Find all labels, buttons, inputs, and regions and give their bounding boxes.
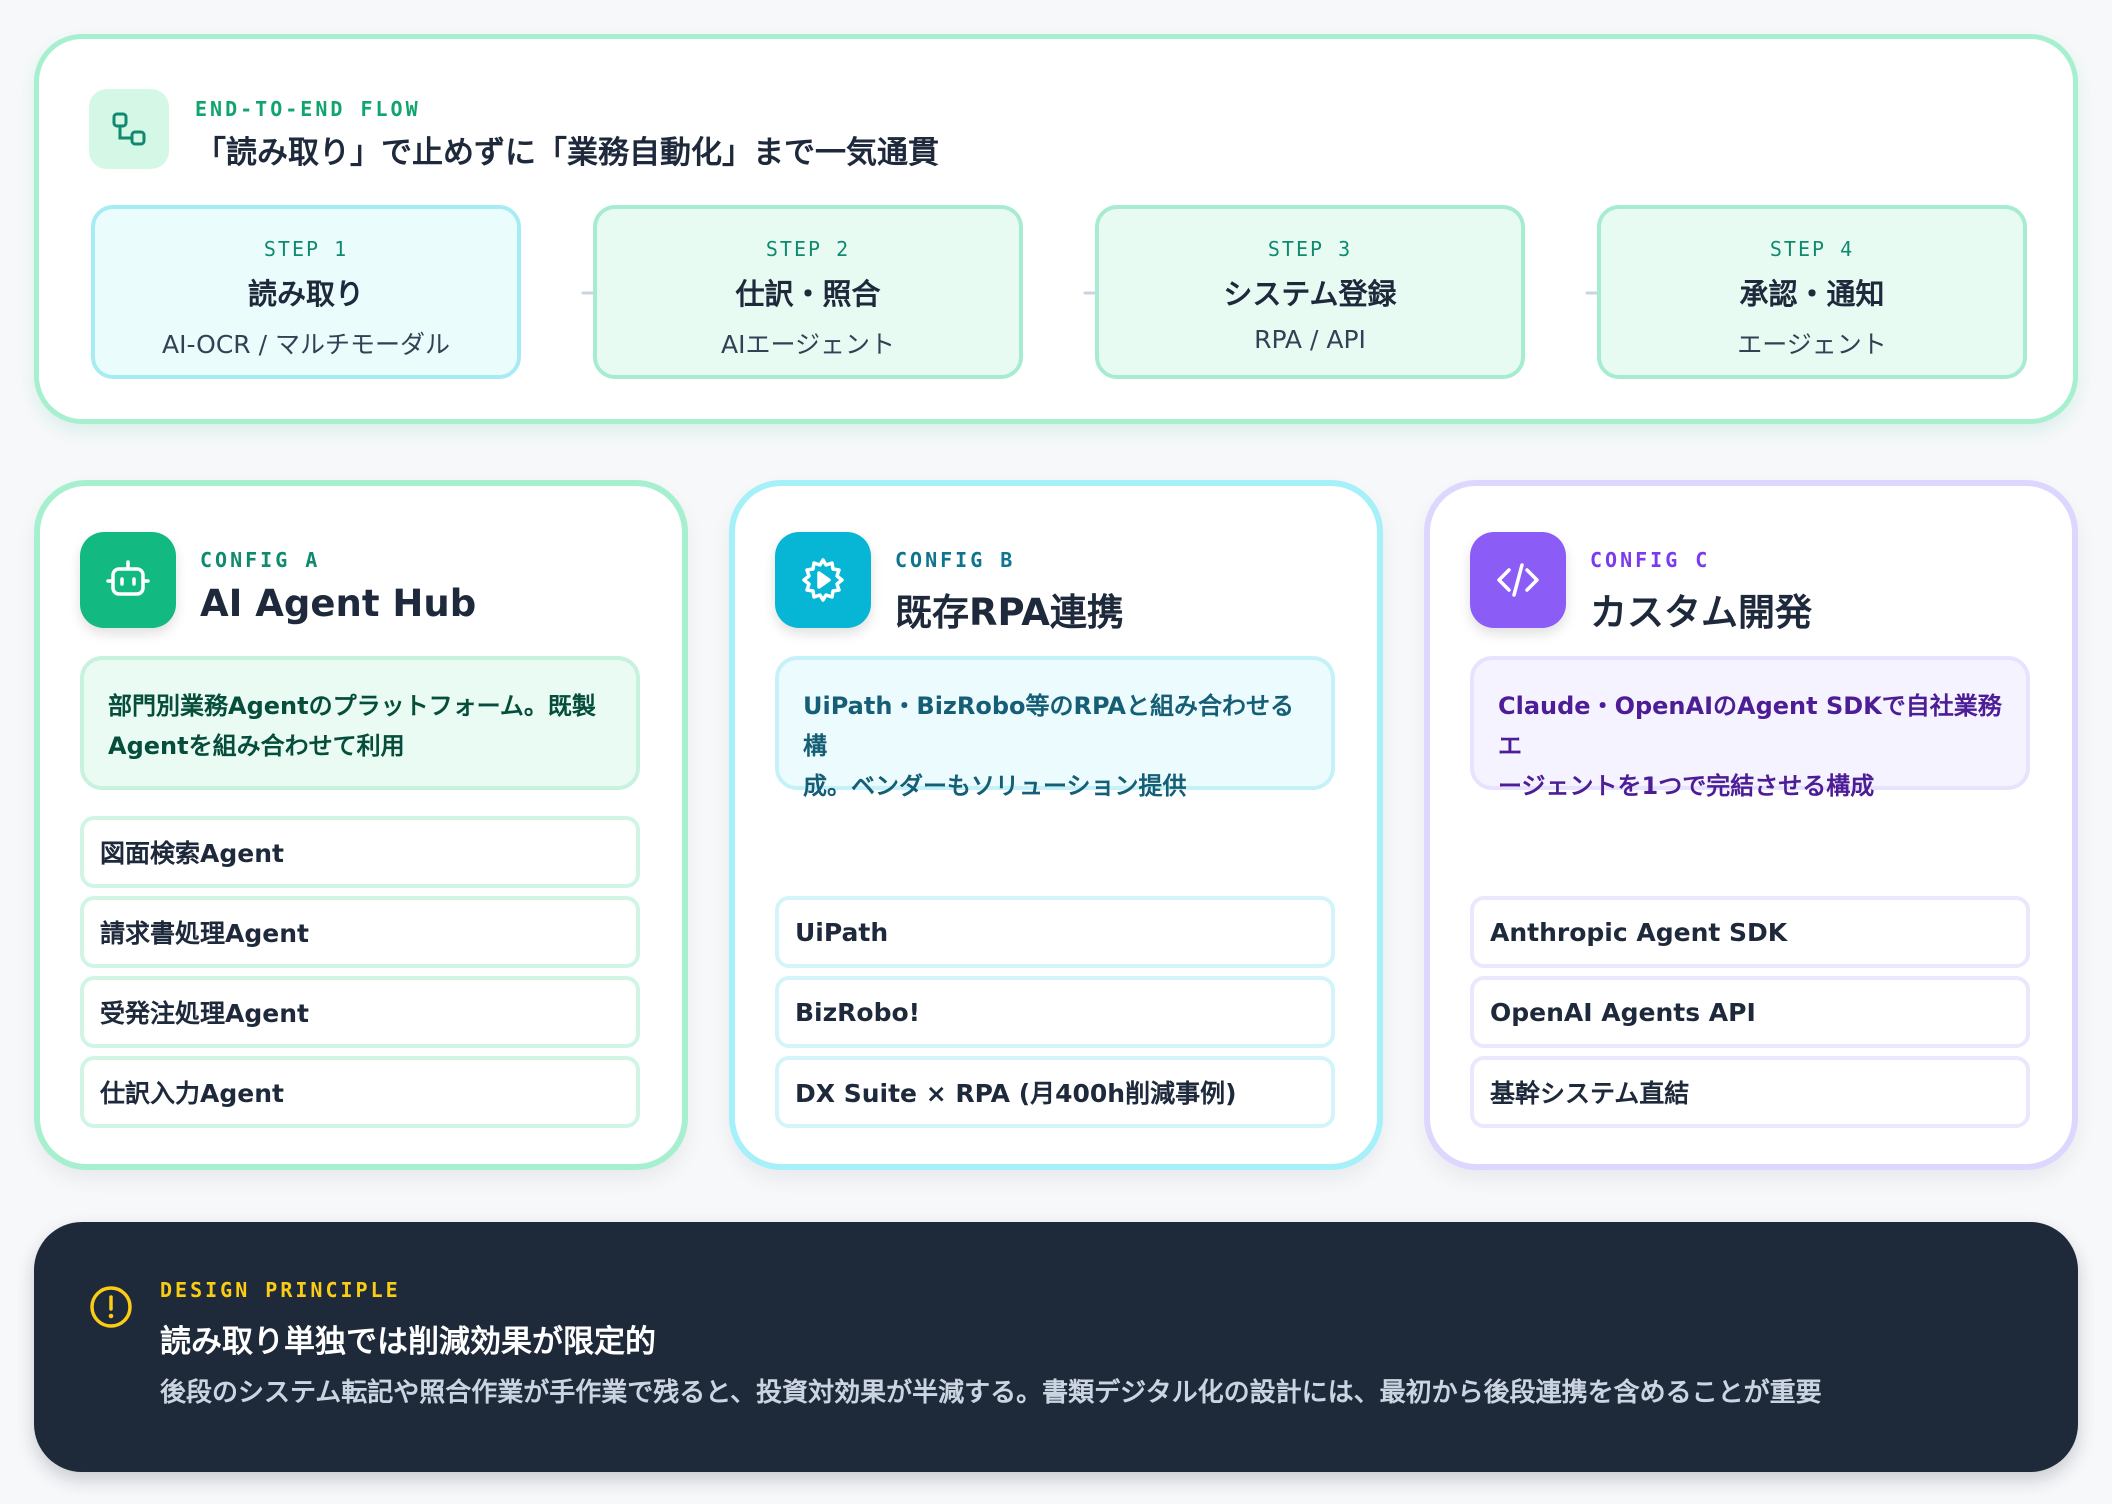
list-item: 基幹システム直結 (1470, 1056, 2030, 1128)
step-label: STEP 2 (765, 237, 851, 261)
flow-title: 「読み取り」で止めずに「業務自動化」まで一気通貫 (195, 135, 939, 171)
code-icon (1470, 532, 1566, 628)
card-description: 部門別業務Agentのプラットフォーム。既製 Agentを組み合わせて利用 (80, 656, 640, 790)
list-item: DX Suite × RPA (月400h削減事例) (775, 1056, 1335, 1128)
step-name: システム登録 (1223, 277, 1397, 311)
card-eyebrow: CONFIG B (895, 548, 1016, 572)
step-label: STEP 1 (263, 237, 349, 261)
step-sub: エージェント (1737, 330, 1887, 359)
step-card-3: STEP 3 システム登録 RPA / API (1095, 205, 1525, 379)
description-line: Agentを組み合わせて利用 (108, 732, 405, 760)
card-description: Claude・OpenAIのAgent SDKで自社業務エ ージェントを1つで完… (1470, 656, 2030, 800)
card-eyebrow: CONFIG C (1590, 548, 1711, 572)
list-item: 受発注処理Agent (80, 976, 640, 1048)
description-line: UiPath・BizRobo等のRPAと組み合わせる構 (803, 692, 1294, 760)
principle-body: 後段のシステム転記や照合作業が手作業で残ると、投資対効果が半減する。書類デジタル… (160, 1378, 1822, 1408)
robot-icon (80, 532, 176, 628)
card-title: カスタム開発 (1590, 591, 1812, 634)
list-item: BizRobo! (775, 976, 1335, 1048)
flow-eyebrow: END-TO-END FLOW (195, 97, 421, 121)
description-line: ージェントを1つで完結させる構成 (1498, 772, 1875, 800)
step-sub: RPA / API (1254, 325, 1366, 354)
step-sub: AI-OCR / マルチモーダル (161, 330, 450, 359)
step-sub: AIエージェント (721, 330, 895, 359)
flow-panel: END-TO-END FLOW 「読み取り」で止めずに「業務自動化」まで一気通貫… (34, 34, 2078, 424)
principle-title: 読み取り単独では削減効果が限定的 (160, 1324, 656, 1360)
description-line: 成。ベンダーもソリューション提供 (803, 772, 1187, 800)
alert-circle-icon (88, 1284, 134, 1330)
description-line: Claude・OpenAIのAgent SDKで自社業務エ (1498, 692, 2002, 760)
step-name: 仕訳・照合 (735, 277, 881, 311)
step-card-2: STEP 2 仕訳・照合 AIエージェント (593, 205, 1023, 379)
card-item-list: UiPath BizRobo! DX Suite × RPA (月400h削減事… (775, 896, 1335, 1136)
card-title: 既存RPA連携 (895, 591, 1124, 634)
list-item: UiPath (775, 896, 1335, 968)
card-description: UiPath・BizRobo等のRPAと組み合わせる構 成。ベンダーもソリューシ… (775, 656, 1335, 800)
config-card-b: CONFIG B 既存RPA連携 UiPath・BizRobo等のRPAと組み合… (729, 480, 1383, 1170)
step-label: STEP 3 (1267, 237, 1353, 261)
step-card-1: STEP 1 読み取り AI-OCR / マルチモーダル (91, 205, 521, 379)
config-card-c: CONFIG C カスタム開発 Claude・OpenAIのAgent SDKで… (1424, 480, 2078, 1170)
design-principle-panel: DESIGN PRINCIPLE 読み取り単独では削減効果が限定的 後段のシステ… (34, 1222, 2078, 1472)
step-name: 読み取り (247, 277, 364, 311)
principle-eyebrow: DESIGN PRINCIPLE (160, 1278, 401, 1302)
card-item-list: 図面検索Agent 請求書処理Agent 受発注処理Agent 仕訳入力Agen… (80, 816, 640, 1136)
config-card-a: CONFIG A AI Agent Hub 部門別業務Agentのプラットフォー… (34, 480, 688, 1170)
list-item: OpenAI Agents API (1470, 976, 2030, 1048)
step-label: STEP 4 (1769, 237, 1855, 261)
card-title: AI Agent Hub (200, 582, 477, 625)
card-item-list: Anthropic Agent SDK OpenAI Agents API 基幹… (1470, 896, 2030, 1136)
flow-steps: STEP 1 読み取り AI-OCR / マルチモーダル STEP 2 仕訳・照… (91, 205, 2031, 379)
gear-play-icon (775, 532, 871, 628)
card-eyebrow: CONFIG A (200, 548, 321, 572)
flow-nodes-icon (89, 89, 169, 169)
list-item: 請求書処理Agent (80, 896, 640, 968)
list-item: Anthropic Agent SDK (1470, 896, 2030, 968)
list-item: 図面検索Agent (80, 816, 640, 888)
step-card-4: STEP 4 承認・通知 エージェント (1597, 205, 2027, 379)
step-name: 承認・通知 (1739, 277, 1885, 311)
description-line: 部門別業務Agentのプラットフォーム。既製 (108, 692, 596, 720)
list-item: 仕訳入力Agent (80, 1056, 640, 1128)
